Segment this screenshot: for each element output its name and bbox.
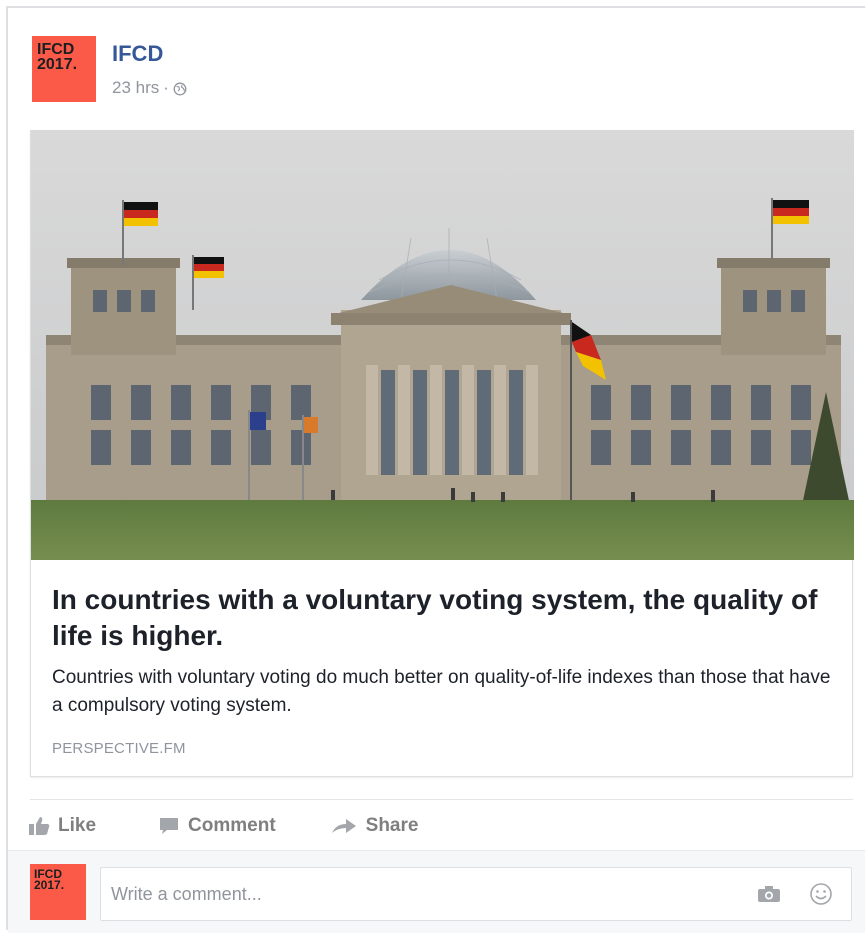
avatar-text-line1: IFCD — [37, 41, 75, 58]
like-button[interactable]: Like — [28, 815, 96, 837]
link-domain: PERSPECTIVE.FM — [52, 740, 186, 757]
comment-input[interactable] — [101, 868, 751, 920]
meta-separator: · — [163, 78, 169, 97]
link-preview[interactable]: In countries with a voluntary voting sys… — [30, 130, 854, 777]
like-label: Like — [58, 815, 97, 836]
actions-divider — [30, 799, 853, 800]
comment-input-wrapper — [100, 867, 852, 921]
post-actions: Like Comment Share — [28, 814, 418, 838]
link-description: Countries with voluntary voting do much … — [52, 667, 831, 716]
link-preview-image[interactable] — [31, 130, 854, 560]
thumbs-up-icon — [28, 816, 50, 836]
avatar-text-line2: 2017. — [37, 56, 78, 74]
comment-label: Comment — [188, 815, 276, 836]
share-label: Share — [365, 815, 419, 836]
post-timestamp[interactable]: 23 hrs — [112, 78, 159, 98]
share-arrow-icon — [330, 816, 358, 836]
globe-icon[interactable] — [173, 81, 187, 96]
page-name-link[interactable]: IFCD — [112, 41, 163, 67]
share-button[interactable]: Share — [330, 815, 419, 837]
comment-button[interactable]: Comment — [158, 815, 276, 837]
commenter-avatar[interactable]: IFCD 2017. — [30, 864, 86, 920]
commenter-avatar-line2: 2017. — [34, 878, 65, 893]
post-meta: 23 hrs · — [112, 78, 187, 98]
link-title[interactable]: In countries with a voluntary voting sys… — [52, 582, 832, 654]
comment-bubble-icon — [158, 816, 180, 836]
emoji-icon[interactable] — [809, 882, 833, 911]
camera-icon[interactable] — [757, 885, 781, 908]
page-avatar[interactable]: IFCD 2017. — [32, 36, 96, 102]
post-card: IFCD 2017. IFCD 23 hrs · In countries wi… — [6, 6, 865, 933]
